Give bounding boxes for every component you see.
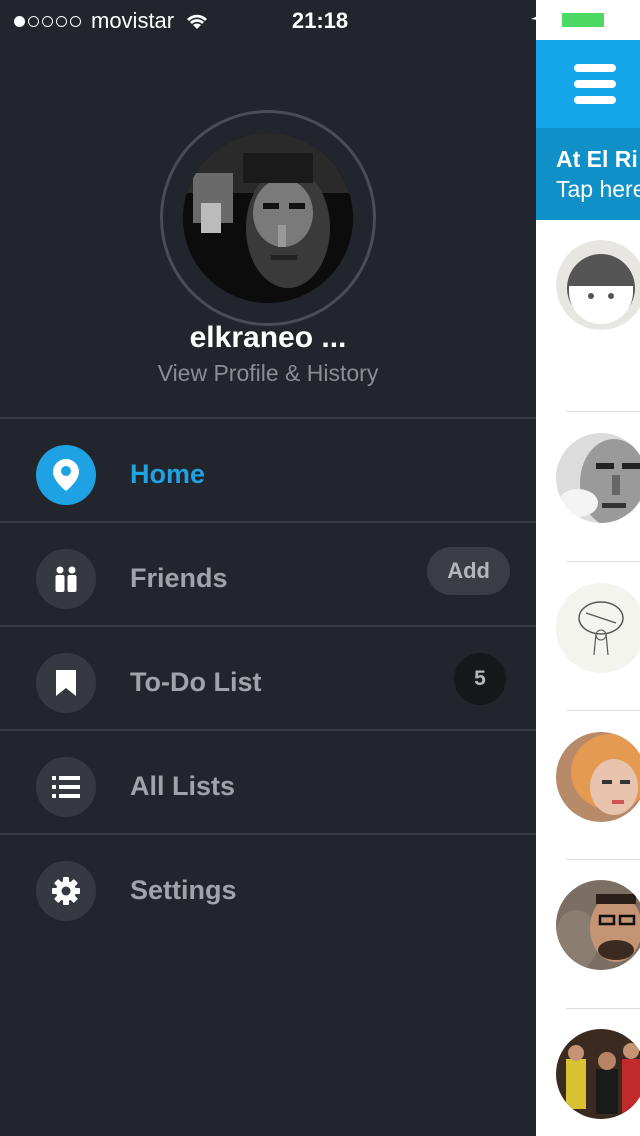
friends-icon-button — [36, 549, 96, 609]
feed-avatar[interactable] — [556, 583, 640, 673]
menu-label-settings: Settings — [130, 875, 237, 905]
menu-item-home[interactable]: Home — [0, 417, 536, 521]
home-icon-button — [36, 445, 96, 505]
feed-avatar[interactable] — [556, 732, 640, 822]
list-icon — [52, 776, 80, 798]
profile-name[interactable]: elkraneo ... — [0, 321, 536, 355]
feed-avatar[interactable] — [556, 433, 640, 523]
menu-item-todo[interactable]: To-Do List 5 — [0, 625, 536, 729]
todo-count-badge: 5 — [454, 653, 506, 705]
all-lists-icon-button — [36, 757, 96, 817]
add-friends-button[interactable]: Add — [427, 547, 510, 595]
avatar-ring[interactable] — [160, 110, 376, 326]
menu-label-home: Home — [130, 459, 206, 489]
menu-item-settings[interactable]: Settings — [0, 833, 536, 937]
settings-icon-button — [36, 861, 96, 921]
feed-avatar[interactable] — [556, 1029, 640, 1119]
side-drawer: elkraneo ... View Profile & History Home — [0, 0, 536, 1136]
status-bar: movistar 21:18 — [0, 0, 640, 40]
view-profile-link[interactable]: View Profile & History — [0, 360, 536, 387]
avatar[interactable] — [183, 133, 353, 303]
location-pin-icon — [53, 459, 79, 491]
menu-label-todo: To-Do List — [130, 667, 262, 697]
menu-label-friends: Friends — [130, 563, 228, 593]
feed-divider — [566, 1008, 640, 1009]
main-panel[interactable]: At El Ri Tap here — [536, 0, 640, 1136]
charging-bolt-icon — [619, 10, 627, 30]
todo-icon-button — [36, 653, 96, 713]
menu-item-friends[interactable]: Friends Add — [0, 521, 536, 625]
profile-header[interactable]: elkraneo ... View Profile & History — [0, 40, 536, 417]
menu-item-all-lists[interactable]: All Lists — [0, 729, 536, 833]
top-nav-bar — [536, 40, 640, 128]
menu-label-all-lists: All Lists — [130, 771, 236, 801]
gear-icon — [52, 877, 80, 905]
drawer-menu: Home Friends Add To-Do List 5 All Lists … — [0, 417, 536, 937]
menu-hamburger-icon[interactable] — [574, 64, 616, 104]
feed-divider — [566, 859, 640, 860]
friends-icon — [55, 566, 77, 592]
bookmark-icon — [56, 670, 76, 696]
banner-title: At El Ri — [556, 146, 638, 172]
checkin-banner[interactable]: At El Ri Tap here — [536, 128, 640, 220]
feed-avatar[interactable] — [556, 880, 640, 970]
location-arrow-icon — [531, 12, 547, 28]
feed-divider — [566, 411, 640, 412]
banner-subtitle: Tap here — [556, 176, 640, 202]
status-right — [530, 9, 628, 31]
feed-avatar[interactable] — [556, 240, 640, 330]
feed-divider — [566, 710, 640, 711]
feed-divider — [566, 561, 640, 562]
battery-icon — [558, 9, 612, 31]
